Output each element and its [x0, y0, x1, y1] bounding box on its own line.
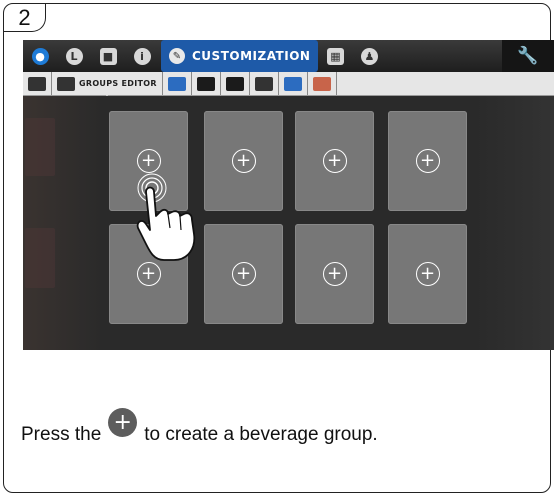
instruction-after: to create a beverage group.: [144, 423, 378, 445]
groups-editor-icon: [57, 76, 75, 91]
plus-icon: +: [322, 149, 347, 173]
plus-icon: +: [322, 262, 347, 286]
group-tile[interactable]: +: [388, 224, 467, 324]
plus-icon: +: [415, 149, 440, 173]
palette-icon: [312, 76, 331, 91]
group-tile[interactable]: +: [388, 111, 467, 211]
subtab-groups-editor[interactable]: GROUPS EDITOR: [52, 72, 163, 100]
clock-icon: L: [65, 47, 83, 65]
settings-button[interactable]: 🔧: [502, 40, 554, 72]
plus-icon: +: [231, 149, 256, 173]
book-icon: [28, 76, 46, 91]
top-navigation-bar: ● L ■ i ✎ CUSTOMIZATION ▦ ♟ 🔧: [23, 40, 554, 72]
user-icon: ♟: [360, 47, 378, 65]
volume-icon: [254, 76, 273, 91]
subtab-image[interactable]: [192, 72, 221, 95]
image-icon: [196, 76, 215, 91]
tapping-hand-icon: [136, 173, 196, 261]
screen-tab[interactable]: ▦: [318, 40, 352, 72]
screen-icon: ▦: [326, 47, 344, 65]
background-decoration: [25, 228, 55, 288]
plus-icon: +: [231, 262, 256, 286]
book-blue-icon: [167, 76, 186, 91]
step-number: 2: [4, 4, 46, 32]
tab-customization[interactable]: ✎ CUSTOMIZATION: [161, 40, 319, 72]
user-tab[interactable]: ♟: [352, 40, 386, 72]
plus-icon: +: [415, 262, 440, 286]
info-tab[interactable]: i: [125, 40, 159, 72]
clock-tab[interactable]: L: [57, 40, 91, 72]
subtab-volume[interactable]: [250, 72, 279, 95]
group-tile[interactable]: +: [295, 224, 374, 324]
sub-navigation-bar: GROUPS EDITOR: [23, 72, 554, 100]
water-drop-icon: ●: [31, 47, 49, 65]
machine-screen: ● L ■ i ✎ CUSTOMIZATION ▦ ♟ 🔧 GROUPS EDI…: [23, 40, 554, 350]
subtab-screensaver[interactable]: [221, 72, 250, 95]
cup-stack-icon: [283, 76, 302, 91]
subtab-cup-stack[interactable]: [279, 72, 308, 95]
screensaver-icon: [225, 76, 244, 91]
step-frame: 2 ● L ■ i ✎ CUSTOMIZATION ▦ ♟ 🔧 GROUPS E…: [3, 3, 554, 493]
subtab-palette[interactable]: [308, 72, 337, 95]
groups-grid-area: + + + + + + + +: [23, 96, 554, 350]
add-group-icon: +: [108, 408, 138, 437]
cup-icon: ■: [99, 47, 117, 65]
wrench-icon: 🔧: [517, 46, 539, 66]
info-icon: i: [133, 47, 151, 65]
background-decoration: [25, 118, 55, 176]
subtab-book[interactable]: [23, 72, 52, 95]
cup-tab[interactable]: ■: [91, 40, 125, 72]
subtab-book-blue[interactable]: [163, 72, 192, 95]
pencil-icon: ✎: [169, 48, 185, 64]
instruction-text: Press the + to create a beverage group.: [21, 408, 378, 449]
tab-customization-label: CUSTOMIZATION: [192, 49, 311, 63]
water-drop-tab[interactable]: ●: [23, 40, 57, 72]
instruction-before: Press the: [21, 423, 102, 445]
group-tile[interactable]: +: [295, 111, 374, 211]
groups-editor-label: GROUPS EDITOR: [79, 79, 157, 88]
